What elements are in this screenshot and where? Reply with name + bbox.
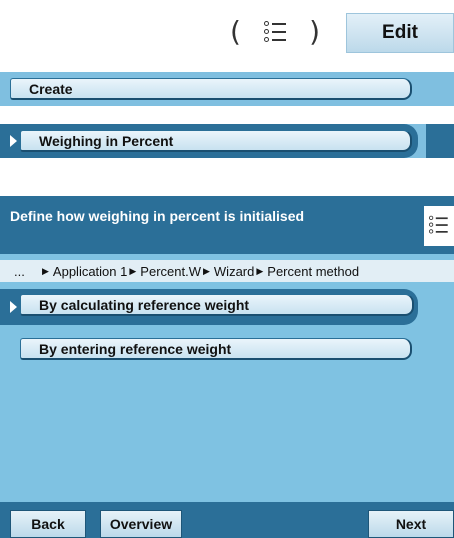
create-button[interactable]: Create [10, 78, 412, 100]
overview-button[interactable]: Overview [100, 510, 182, 538]
edit-button[interactable]: Edit [346, 13, 454, 53]
weighing-row: Weighing in Percent [0, 124, 454, 158]
breadcrumb-item[interactable]: Application 1 [53, 264, 127, 279]
option-calculate-reference-weight[interactable]: By calculating reference weight [20, 294, 414, 316]
selection-arrow-icon [10, 301, 17, 313]
footer-bar: Back Overview Next [0, 502, 454, 538]
list-menu-icon [429, 214, 448, 236]
panel-title: Define how weighing in percent is initia… [10, 208, 305, 224]
back-button[interactable]: Back [10, 510, 86, 538]
close-paren: ) [309, 15, 320, 48]
wizard-panel: Define how weighing in percent is initia… [0, 196, 454, 538]
breadcrumb-separator-icon: ▶ [42, 265, 49, 276]
side-tab [426, 124, 454, 158]
list-view-hint: ( ) [230, 12, 320, 52]
weighing-in-percent-button[interactable]: Weighing in Percent [20, 130, 412, 152]
option-enter-reference-weight[interactable]: By entering reference weight [20, 338, 412, 360]
next-button[interactable]: Next [368, 510, 454, 538]
breadcrumb-item[interactable]: Wizard [214, 264, 254, 279]
breadcrumb-item[interactable]: Percent.W [140, 264, 201, 279]
breadcrumb-separator-icon: ▶ [129, 265, 137, 276]
panel-header: Define how weighing in percent is initia… [0, 196, 454, 254]
breadcrumb-item[interactable]: Percent method [267, 264, 359, 279]
selection-arrow-icon [10, 135, 17, 147]
create-row: Create [0, 72, 454, 106]
menu-button[interactable] [424, 206, 454, 246]
breadcrumb-separator-icon: ▶ [202, 265, 210, 276]
breadcrumb-ellipsis[interactable]: ... [14, 264, 40, 279]
list-icon [264, 19, 286, 45]
open-paren: ( [230, 15, 241, 48]
breadcrumb: ... ▶ Application 1 ▶ Percent.W ▶ Wizard… [0, 260, 454, 282]
breadcrumb-separator-icon: ▶ [256, 265, 264, 276]
